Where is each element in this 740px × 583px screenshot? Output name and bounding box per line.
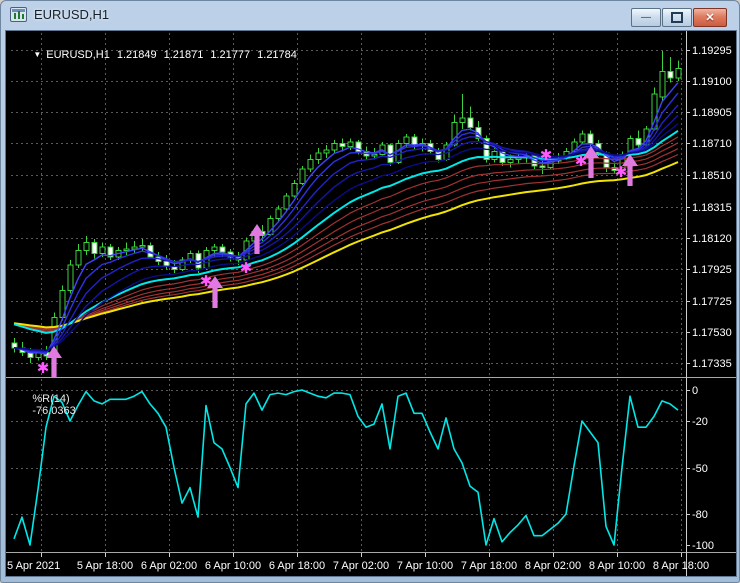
svg-text:-50: -50: [692, 463, 708, 475]
svg-text:✱: ✱: [615, 164, 628, 181]
minimize-button[interactable]: —: [631, 8, 661, 27]
svg-text:6 Apr 02:00: 6 Apr 02:00: [141, 560, 197, 572]
window-controls: — ✕: [630, 8, 727, 27]
svg-text:1.17335: 1.17335: [692, 358, 732, 370]
svg-text:8 Apr 18:00: 8 Apr 18:00: [653, 560, 709, 572]
svg-text:✱: ✱: [240, 260, 253, 277]
svg-text:✱: ✱: [575, 153, 588, 170]
svg-text:1.18315: 1.18315: [692, 202, 732, 214]
title-bar[interactable]: EURUSD,H1 — ✕: [1, 1, 739, 30]
svg-text:7 Apr 02:00: 7 Apr 02:00: [333, 560, 389, 572]
chart-window: EURUSD,H1 — ✕ ✱ ✱ ✱ ✱ ✱ ✱ 1.19295 1.19100 1.1890…: [0, 0, 740, 583]
svg-text:8 Apr 02:00: 8 Apr 02:00: [525, 560, 581, 572]
symbol-dropdown-icon[interactable]: ▼: [33, 50, 41, 59]
svg-text:6 Apr 18:00: 6 Apr 18:00: [269, 560, 325, 572]
svg-text:8 Apr 10:00: 8 Apr 10:00: [589, 560, 645, 572]
wpr-name: %R(14): [32, 393, 69, 405]
svg-text:✱: ✱: [37, 360, 50, 377]
svg-text:1.17530: 1.17530: [692, 327, 732, 339]
info-open: 1.21849: [117, 49, 157, 61]
svg-text:-20: -20: [692, 416, 708, 428]
restore-icon: [671, 12, 683, 23]
restore-button[interactable]: [662, 8, 692, 27]
chart-icon: [10, 7, 27, 22]
window-title: EURUSD,H1: [34, 7, 109, 22]
svg-text:1.17925: 1.17925: [692, 264, 732, 276]
info-low: 1.21777: [210, 49, 250, 61]
close-button[interactable]: ✕: [693, 8, 727, 27]
wpr-indicator-label: %R(14) -76.0363: [14, 381, 76, 429]
info-close: 1.21784: [257, 49, 297, 61]
svg-text:1.19295: 1.19295: [692, 45, 732, 57]
svg-text:✱: ✱: [200, 273, 213, 290]
ohlc-info-label: ▼ EURUSD,H1 1.21849 1.21871 1.21777 1.21784: [15, 37, 297, 73]
svg-text:7 Apr 10:00: 7 Apr 10:00: [397, 560, 453, 572]
svg-text:1.19100: 1.19100: [692, 76, 732, 88]
svg-text:-80: -80: [692, 509, 708, 521]
info-symbol: EURUSD,H1: [46, 49, 110, 61]
svg-text:✱: ✱: [540, 147, 553, 164]
svg-text:1.18905: 1.18905: [692, 107, 732, 119]
svg-text:6 Apr 10:00: 6 Apr 10:00: [205, 560, 261, 572]
svg-text:1.18710: 1.18710: [692, 138, 732, 150]
svg-text:1.18510: 1.18510: [692, 170, 732, 182]
chart-canvas[interactable]: ✱ ✱ ✱ ✱ ✱ ✱ 1.19295 1.19100 1.18905 1.18710 1.1851…: [6, 31, 736, 577]
svg-text:5 Apr 2021: 5 Apr 2021: [7, 560, 60, 572]
chart-client-area[interactable]: ✱ ✱ ✱ ✱ ✱ ✱ 1.19295 1.19100 1.18905 1.18710 1.1851…: [5, 30, 737, 577]
svg-text:1.17725: 1.17725: [692, 296, 732, 308]
svg-text:0: 0: [692, 385, 698, 397]
svg-text:7 Apr 18:00: 7 Apr 18:00: [461, 560, 517, 572]
svg-text:1.18120: 1.18120: [692, 233, 732, 245]
info-high: 1.21871: [164, 49, 204, 61]
svg-text:5 Apr 18:00: 5 Apr 18:00: [77, 560, 133, 572]
svg-text:-100: -100: [692, 540, 714, 552]
wpr-value: -76.0363: [32, 405, 75, 417]
